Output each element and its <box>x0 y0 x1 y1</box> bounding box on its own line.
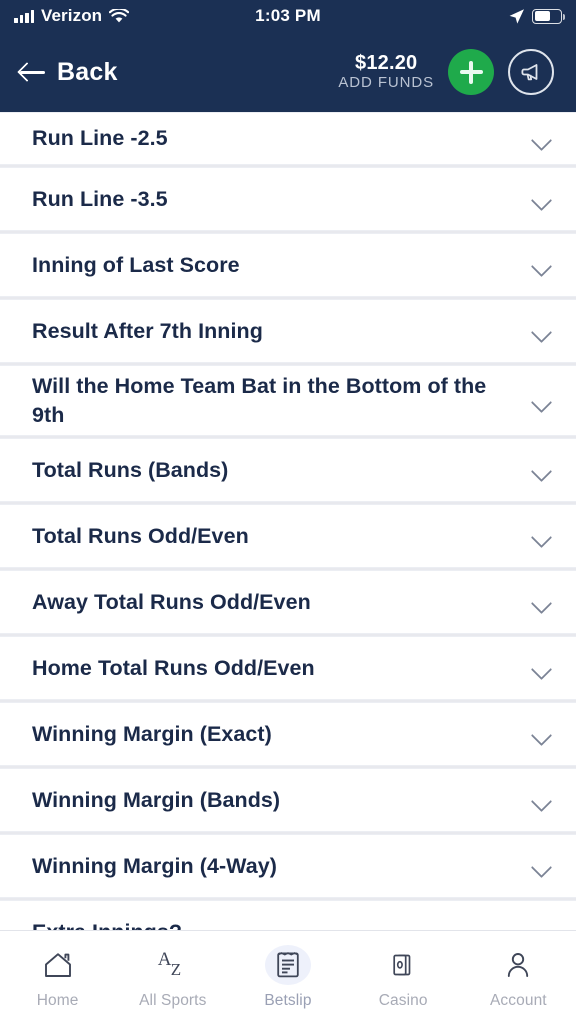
arrow-left-icon <box>20 61 46 83</box>
add-funds-label: ADD FUNDS <box>338 74 434 92</box>
battery-icon <box>532 8 566 24</box>
chevron-down-icon[interactable] <box>530 657 552 679</box>
chevron-down-icon[interactable] <box>530 855 552 877</box>
market-row[interactable]: Winning Margin (Bands) <box>0 768 576 832</box>
chevron-down-icon[interactable] <box>530 459 552 481</box>
market-row[interactable]: Total Runs (Bands) <box>0 438 576 502</box>
market-label: Run Line -2.5 <box>32 126 168 151</box>
betslip-icon <box>264 945 311 985</box>
tab-label: Betslip <box>264 992 312 1009</box>
chevron-down-icon[interactable] <box>530 723 552 745</box>
az-icon: AZ <box>157 949 182 979</box>
tab-all-sports[interactable]: AZ All Sports <box>121 945 225 1010</box>
cards-icon <box>380 945 426 985</box>
chevron-down-icon[interactable] <box>530 525 552 547</box>
chevron-down-icon[interactable] <box>530 789 552 811</box>
plus-icon[interactable] <box>448 49 494 95</box>
app-header: Back $12.20 ADD FUNDS <box>0 32 576 112</box>
bottom-navigation: Home AZ All Sports Betslip Casino Accoun… <box>0 930 576 1024</box>
home-icon <box>35 945 81 985</box>
add-funds-button[interactable]: $12.20 ADD FUNDS <box>338 52 434 92</box>
megaphone-icon[interactable] <box>508 49 554 95</box>
header-actions: $12.20 ADD FUNDS <box>338 49 554 95</box>
market-row[interactable]: Run Line -3.5 <box>0 167 576 231</box>
tab-home[interactable]: Home <box>6 945 110 1010</box>
market-label: Winning Margin (Exact) <box>32 721 272 746</box>
market-row[interactable]: Winning Margin (4-Way) <box>0 834 576 898</box>
tab-label: Home <box>36 992 79 1009</box>
market-label: Total Runs Odd/Even <box>32 523 249 548</box>
market-row[interactable]: Will the Home Team Bat in the Bottom of … <box>0 365 576 436</box>
chevron-down-icon[interactable] <box>530 390 552 412</box>
chevron-down-icon[interactable] <box>530 128 552 150</box>
tab-account[interactable]: Account <box>466 945 570 1010</box>
market-label: Home Total Runs Odd/Even <box>32 655 315 680</box>
market-label: Winning Margin (4-Way) <box>32 853 277 878</box>
app-screen: Verizon 1:03 PM Back $12.20 ADD FUNDS Ru… <box>0 0 576 1024</box>
market-label: Extra Innings? <box>32 918 182 930</box>
market-label: Inning of Last Score <box>32 252 240 277</box>
chevron-down-icon[interactable] <box>530 591 552 613</box>
chevron-down-icon[interactable] <box>530 921 552 930</box>
market-label: Total Runs (Bands) <box>32 457 229 482</box>
market-row[interactable]: Away Total Runs Odd/Even <box>0 570 576 634</box>
market-row[interactable]: Result After 7th Inning <box>0 299 576 363</box>
markets-list[interactable]: Run Line -2.5 Run Line -3.5 Inning of La… <box>0 112 576 930</box>
market-row[interactable]: Total Runs Odd/Even <box>0 504 576 568</box>
tab-betslip[interactable]: Betslip <box>236 945 340 1010</box>
back-button[interactable]: Back <box>20 58 118 87</box>
market-label: Away Total Runs Odd/Even <box>32 589 311 614</box>
market-label: Will the Home Team Bat in the Bottom of … <box>32 374 487 427</box>
chevron-down-icon[interactable] <box>530 320 552 342</box>
balance-amount: $12.20 <box>355 51 418 74</box>
market-row[interactable]: Inning of Last Score <box>0 233 576 297</box>
wifi-icon <box>109 8 130 22</box>
status-bar-right <box>508 8 566 25</box>
tab-label: All Sports <box>139 992 207 1009</box>
tab-label: Casino <box>378 992 428 1009</box>
carrier-label: Verizon <box>41 6 103 25</box>
status-bar-left: Verizon <box>14 6 130 26</box>
chevron-down-icon[interactable] <box>530 254 552 276</box>
back-button-label: Back <box>57 57 118 86</box>
signal-bars-icon <box>14 9 34 23</box>
market-row[interactable]: Run Line -2.5 <box>0 112 576 165</box>
market-label: Result After 7th Inning <box>32 318 263 343</box>
market-row[interactable]: Winning Margin (Exact) <box>0 702 576 766</box>
status-bar: Verizon 1:03 PM <box>0 0 576 32</box>
market-row[interactable]: Home Total Runs Odd/Even <box>0 636 576 700</box>
location-arrow-icon <box>509 8 524 24</box>
tab-label: Account <box>489 992 547 1009</box>
tab-casino[interactable]: Casino <box>351 945 455 1010</box>
market-row[interactable]: Extra Innings? <box>0 900 576 930</box>
market-label: Run Line -3.5 <box>32 186 168 211</box>
chevron-down-icon[interactable] <box>530 188 552 210</box>
person-icon <box>495 945 541 985</box>
market-label: Winning Margin (Bands) <box>32 787 281 812</box>
